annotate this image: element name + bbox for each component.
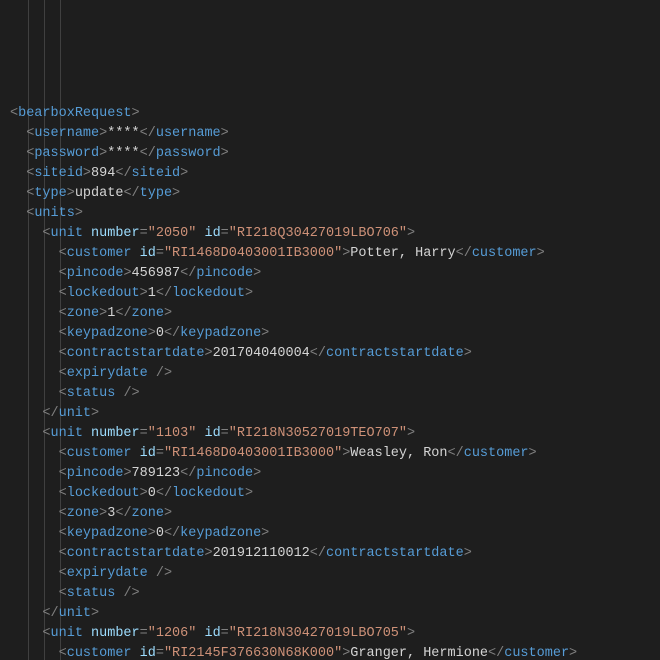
code-line: <password>****</password> [10, 144, 660, 164]
code-line: <status /> [10, 584, 660, 604]
code-line: <lockedout>1</lockedout> [10, 284, 660, 304]
code-line: <unit number="1206" id="RI218N30427019LB… [10, 624, 660, 644]
code-line: <unit number="2050" id="RI218Q30427019LB… [10, 224, 660, 244]
code-line: <expirydate /> [10, 564, 660, 584]
code-line: <keypadzone>0</keypadzone> [10, 524, 660, 544]
code-line: <keypadzone>0</keypadzone> [10, 324, 660, 344]
code-line: </unit> [10, 404, 660, 424]
code-editor-viewport: <bearboxRequest> <username>****</usernam… [0, 0, 660, 660]
code-line: <customer id="RI1468D0403001IB3000">Weas… [10, 444, 660, 464]
code-line: <bearboxRequest> [10, 104, 660, 124]
code-line: <status /> [10, 384, 660, 404]
code-line: <customer id="RI2145F376630N68K000">Gran… [10, 644, 660, 660]
code-line: <zone>3</zone> [10, 504, 660, 524]
code-line: <zone>1</zone> [10, 304, 660, 324]
code-line: <units> [10, 204, 660, 224]
code-line: <type>update</type> [10, 184, 660, 204]
code-line: <contractstartdate>201704040004</contrac… [10, 344, 660, 364]
code-line: <contractstartdate>201912110012</contrac… [10, 544, 660, 564]
code-line: <lockedout>0</lockedout> [10, 484, 660, 504]
code-line: <pincode>456987</pincode> [10, 264, 660, 284]
code-line: <expirydate /> [10, 364, 660, 384]
code-line: <siteid>894</siteid> [10, 164, 660, 184]
code-lines: <bearboxRequest> <username>****</usernam… [10, 104, 660, 660]
code-line: <unit number="1103" id="RI218N30527019TE… [10, 424, 660, 444]
code-line: <pincode>789123</pincode> [10, 464, 660, 484]
code-line: </unit> [10, 604, 660, 624]
code-line: <customer id="RI1468D0403001IB3000">Pott… [10, 244, 660, 264]
code-line: <username>****</username> [10, 124, 660, 144]
